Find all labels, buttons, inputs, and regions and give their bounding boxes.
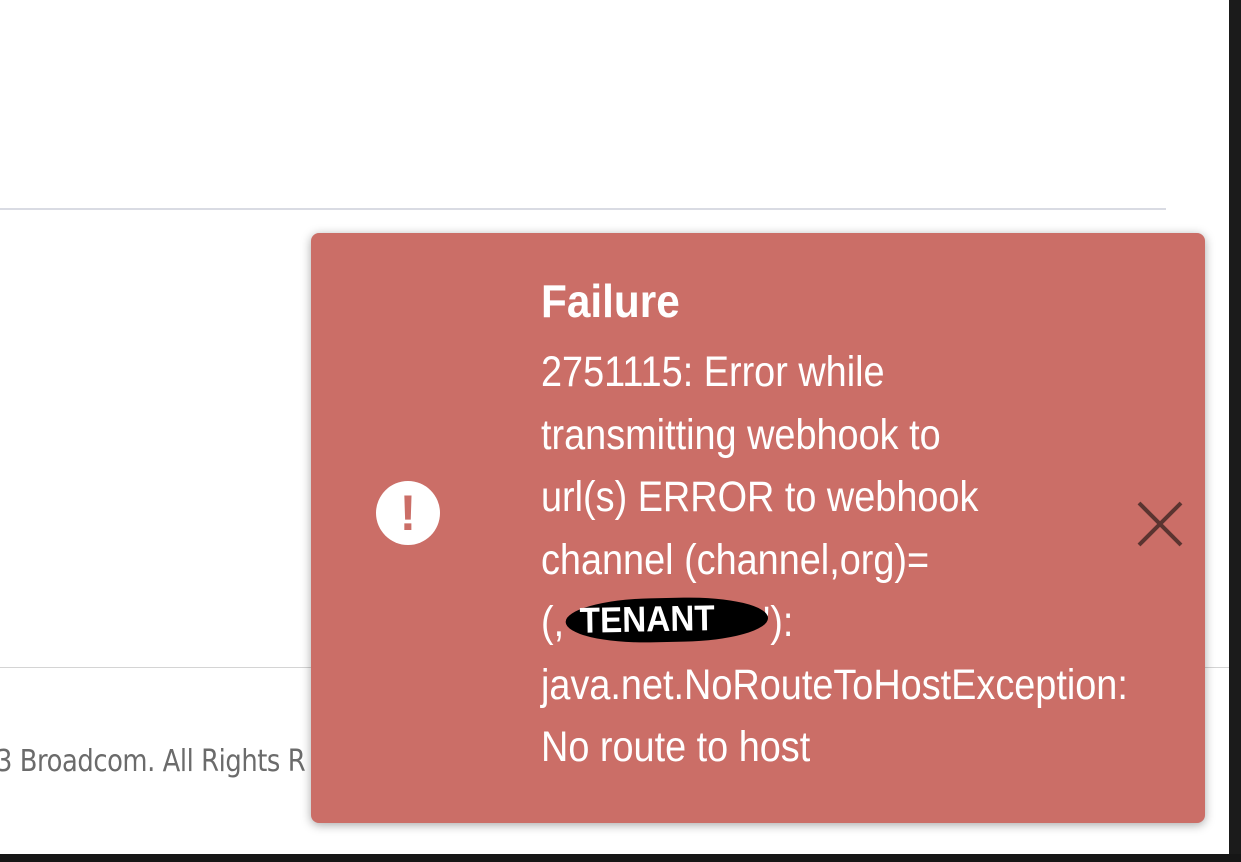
message-line-redacted: (, TENANT '):	[541, 591, 1157, 654]
toast-message: 2751115: Error while transmitting webhoo…	[541, 341, 1157, 779]
footer-copyright: 3 Broadcom. All Rights R	[0, 744, 306, 779]
message-line: 2751115: Error while	[541, 348, 885, 396]
redacted-suffix: '):	[763, 598, 794, 646]
message-line: java.net.NoRouteToHostException:	[541, 660, 1128, 709]
failure-toast: ! Failure 2751115: Error while transmitt…	[311, 233, 1205, 823]
close-button[interactable]	[1133, 497, 1187, 551]
message-line: transmitting webhook to	[541, 410, 941, 459]
window-border-right	[1229, 0, 1241, 862]
screen: 3 Broadcom. All Rights R ! Failure 27511…	[0, 0, 1241, 862]
exclamation-circle-icon: !	[376, 481, 440, 545]
toast-title: Failure	[541, 275, 680, 327]
redacted-prefix: (,	[541, 598, 565, 646]
redaction-label: TENANT	[579, 597, 716, 641]
message-line: No route to host	[541, 723, 811, 771]
window-border-bottom	[0, 854, 1241, 862]
message-line: url(s) ERROR to webhook	[541, 473, 979, 521]
message-line: channel (channel,org)=	[541, 535, 930, 584]
toast-content: Failure 2751115: Error while transmittin…	[541, 273, 1205, 779]
redaction-mark: TENANT	[565, 595, 769, 645]
close-icon	[1137, 501, 1183, 547]
section-divider	[0, 208, 1166, 210]
